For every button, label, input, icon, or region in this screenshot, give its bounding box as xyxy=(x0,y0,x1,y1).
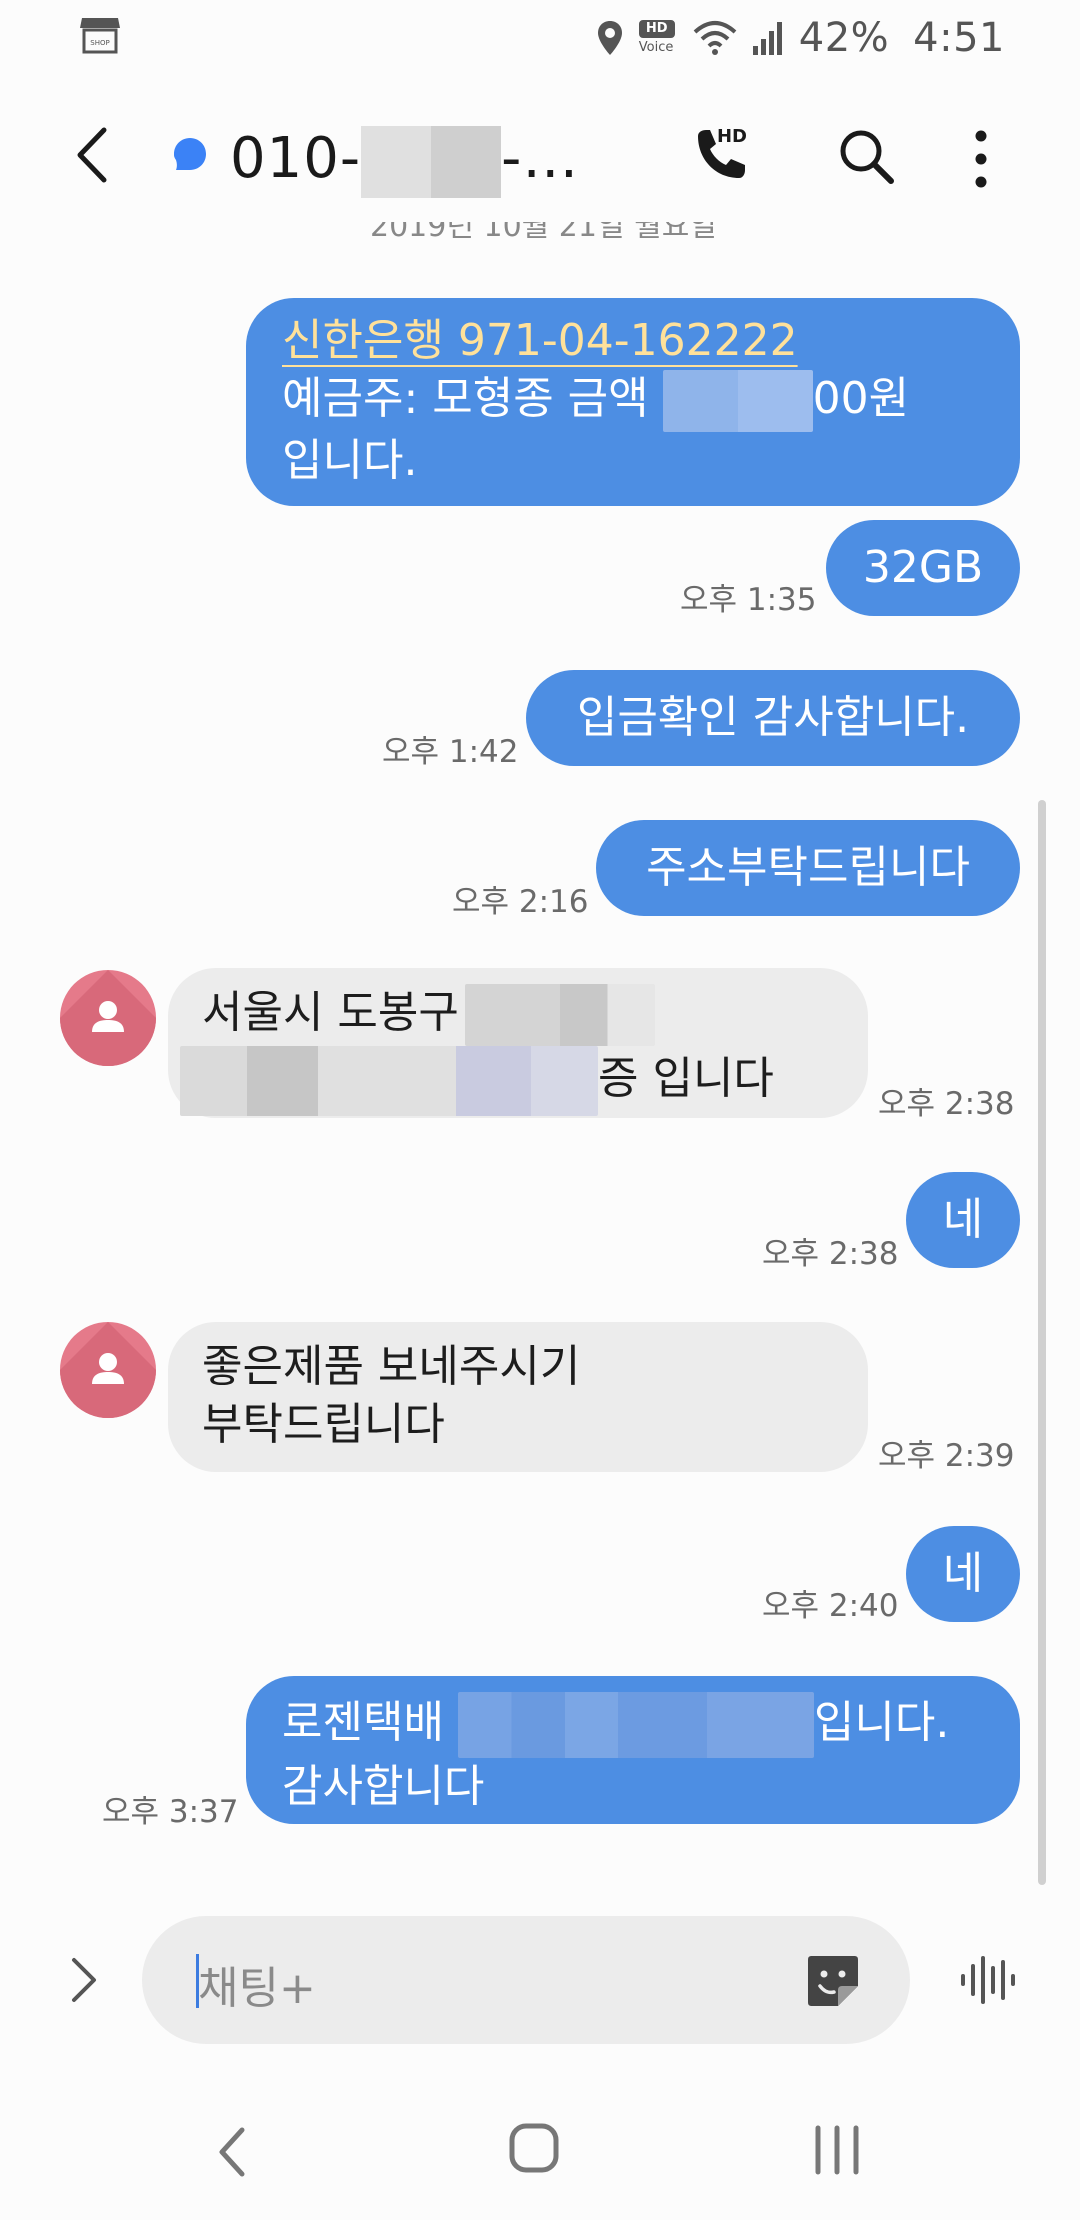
message-bubble-sent[interactable]: 로젠택배 입니다. 감사합니다 xyxy=(246,1676,1020,1824)
message-bubble-sent[interactable]: 입금확인 감사합니다. xyxy=(526,670,1020,766)
chat-input-placeholder: 채팅+ xyxy=(198,1963,316,2014)
message-bubble-received[interactable]: 좋은제품 보네주시기 부탁드립니다 xyxy=(168,1322,868,1472)
contact-avatar[interactable] xyxy=(60,1322,156,1418)
message-bubble-sent[interactable]: 32GB xyxy=(826,520,1020,616)
contact-avatar[interactable] xyxy=(60,970,156,1066)
message-bubble-received[interactable]: 서울시 도봉구 증 입니다 xyxy=(168,968,868,1118)
person-icon xyxy=(92,1353,124,1384)
message-bubble-sent[interactable]: 주소부탁드립니다 xyxy=(596,820,1020,916)
contact-name[interactable]: 010- -… xyxy=(230,126,579,198)
message-time: 오후 1:42 xyxy=(382,734,519,770)
date-divider: 2019년 10월 21일 월요일 xyxy=(370,222,717,244)
signal-icon xyxy=(752,22,782,55)
conversation-header: 010- -… HD xyxy=(0,90,1080,230)
nav-back-icon[interactable] xyxy=(212,2122,252,2182)
nav-home-icon[interactable] xyxy=(508,2122,560,2174)
message-time: 오후 2:40 xyxy=(762,1588,899,1624)
expand-arrow-icon[interactable] xyxy=(62,1950,106,2010)
bank-account-link[interactable]: 신한은행 971-04-162222 xyxy=(282,315,798,366)
redacted-block xyxy=(464,984,655,1046)
clock: 4:51 xyxy=(913,15,1005,61)
store-icon: SHOP xyxy=(80,18,120,54)
message-bubble-sent[interactable]: 네 xyxy=(906,1526,1020,1622)
scrollbar[interactable] xyxy=(1038,800,1046,1885)
message-bubble-sent[interactable]: 네 xyxy=(906,1172,1020,1268)
wifi-icon xyxy=(693,21,737,55)
voice-wave-icon[interactable] xyxy=(957,1950,1019,2010)
more-vertical-icon[interactable] xyxy=(966,126,996,192)
message-time: 오후 3:37 xyxy=(102,1794,239,1830)
redacted-block xyxy=(180,1046,598,1116)
sticker-icon[interactable] xyxy=(804,1952,862,2010)
message-bubble-sent[interactable]: 신한은행 971-04-162222 예금주: 모형종 금액 00원 입니다. xyxy=(246,298,1020,506)
redacted-block xyxy=(662,370,813,432)
message-time: 오후 2:16 xyxy=(452,884,589,920)
search-icon[interactable] xyxy=(836,126,896,186)
hd-voice-icon: HD Voice xyxy=(638,20,675,55)
message-time: 오후 2:39 xyxy=(878,1438,1015,1474)
message-time: 오후 2:38 xyxy=(878,1086,1015,1122)
status-bar: SHOP HD Voice 42% 4:51 xyxy=(0,0,1080,75)
svg-text:HD: HD xyxy=(717,126,747,147)
hd-call-icon[interactable]: HD xyxy=(688,122,754,188)
redacted-block xyxy=(457,1692,814,1758)
message-time: 오후 1:35 xyxy=(680,582,817,618)
redacted-block xyxy=(361,126,502,198)
person-icon xyxy=(92,1001,124,1032)
back-arrow-icon[interactable] xyxy=(60,120,130,190)
message-time: 오후 2:38 xyxy=(762,1236,899,1272)
svg-text:SHOP: SHOP xyxy=(90,39,109,47)
presence-dot-icon xyxy=(174,138,206,170)
location-icon xyxy=(597,21,622,55)
battery-percent: 42% xyxy=(798,15,890,61)
navigation-bar xyxy=(0,2090,1080,2220)
nav-recents-icon[interactable] xyxy=(812,2122,862,2178)
chat-input[interactable]: 채팅+ xyxy=(142,1916,910,2044)
